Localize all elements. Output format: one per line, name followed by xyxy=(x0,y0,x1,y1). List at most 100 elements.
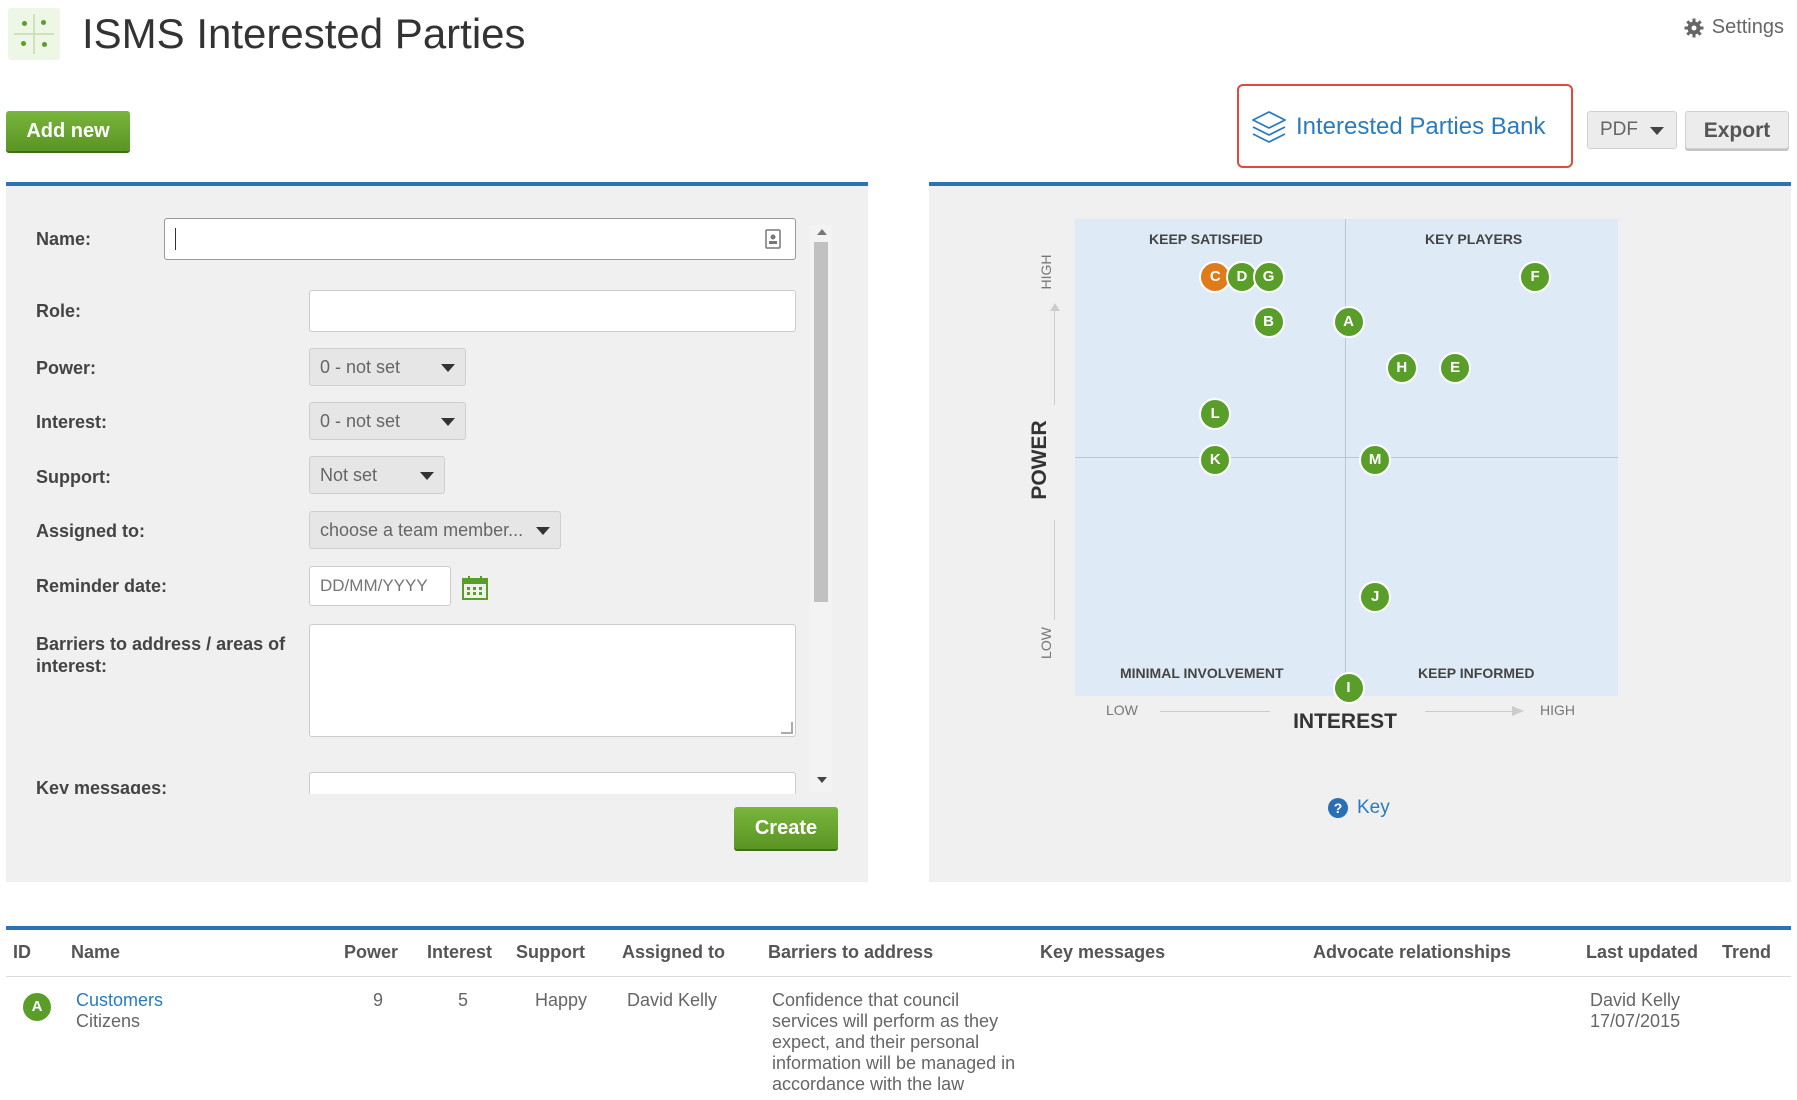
interest-select[interactable]: 0 - not set xyxy=(309,402,466,440)
header-assigned-to[interactable]: Assigned to xyxy=(622,942,725,963)
role-label: Role: xyxy=(36,301,81,321)
interest-select-value: 0 - not set xyxy=(320,411,401,431)
header-power[interactable]: Power xyxy=(344,942,398,963)
barriers-field[interactable] xyxy=(309,624,796,737)
matrix-point-e[interactable]: E xyxy=(1439,352,1472,385)
bank-label: Interested Parties Bank xyxy=(1296,113,1546,140)
y-axis-title: POWER xyxy=(1028,420,1051,500)
create-button[interactable]: Create xyxy=(734,807,838,849)
points-layer: CDGFBAHELKMJI xyxy=(1075,219,1618,704)
chevron-down-icon xyxy=(420,472,434,480)
row-updated-by: David Kelly xyxy=(1590,990,1681,1010)
header-support[interactable]: Support xyxy=(516,942,585,963)
key-messages-field[interactable] xyxy=(309,772,796,794)
matrix-point-k[interactable]: K xyxy=(1199,443,1232,476)
barriers-line: expect, and their personal xyxy=(772,1032,980,1052)
matrix-point-a[interactable]: A xyxy=(1332,306,1365,339)
barriers-line: information will be managed in xyxy=(772,1053,1016,1073)
power-select[interactable]: 0 - not set xyxy=(309,348,466,386)
x-axis-title: INTEREST xyxy=(1293,710,1397,733)
header-trend[interactable]: Trend xyxy=(1722,942,1771,963)
header-id[interactable]: ID xyxy=(13,942,31,963)
power-label: Power: xyxy=(36,358,97,378)
assigned-to-select-value: choose a team member... xyxy=(320,520,524,540)
app-logo xyxy=(8,8,60,60)
barriers-label: Barriers to address / areas of interest: xyxy=(36,634,286,676)
chevron-down-icon xyxy=(1650,127,1664,135)
key-label: Key xyxy=(1357,797,1390,818)
power-select-value: 0 - not set xyxy=(320,357,401,377)
chevron-down-icon xyxy=(441,364,455,372)
matrix-point-i[interactable]: I xyxy=(1332,672,1365,704)
row-role: Citizens xyxy=(76,1011,141,1031)
interest-label: Interest: xyxy=(36,412,108,432)
page-title: ISMS Interested Parties xyxy=(82,10,526,57)
matrix-point-m[interactable]: M xyxy=(1359,443,1392,476)
header-last-updated[interactable]: Last updated xyxy=(1586,942,1698,963)
header-name[interactable]: Name xyxy=(71,942,120,963)
gear-icon xyxy=(1684,18,1704,37)
name-field[interactable] xyxy=(164,218,796,260)
layers-icon xyxy=(1252,111,1286,143)
row-updated-date: 17/07/2015 xyxy=(1590,1011,1681,1031)
pdf-label: PDF xyxy=(1600,119,1638,140)
row-support: Happy xyxy=(535,990,588,1010)
add-new-button[interactable]: Add new xyxy=(6,111,130,151)
key-messages-row-clip: Key messages: xyxy=(6,770,806,794)
barriers-line: services will perform as they xyxy=(772,1011,999,1031)
chevron-down-icon xyxy=(441,418,455,426)
contact-card-icon xyxy=(765,229,781,249)
form-scrollbar-thumb[interactable] xyxy=(814,242,828,602)
header-key-messages[interactable]: Key messages xyxy=(1040,942,1165,963)
svg-text:?: ? xyxy=(1334,800,1343,816)
reminder-date-field[interactable] xyxy=(309,566,451,606)
table-header-divider xyxy=(6,976,1791,977)
header-barriers[interactable]: Barriers to address xyxy=(768,942,933,963)
assigned-to-select[interactable]: choose a team member... xyxy=(309,511,561,549)
matrix-point-l[interactable]: L xyxy=(1199,397,1232,430)
header-interest[interactable]: Interest xyxy=(427,942,492,963)
matrix-point-j[interactable]: J xyxy=(1359,580,1392,613)
header-advocate-relationships[interactable]: Advocate relationships xyxy=(1313,942,1511,963)
row-id-badge: A xyxy=(21,991,53,1023)
reminder-date-label: Reminder date: xyxy=(36,576,168,596)
matrix-point-f[interactable]: F xyxy=(1519,260,1552,293)
key-link[interactable]: ? Key xyxy=(1327,797,1390,819)
arrow-up-icon xyxy=(1050,303,1060,311)
row-barriers: Confidence that council services will pe… xyxy=(772,990,1015,1095)
matrix-point-b[interactable]: B xyxy=(1252,306,1285,339)
calendar-icon[interactable] xyxy=(462,576,488,600)
support-select-value: Not set xyxy=(320,465,378,485)
scroll-down-arrow-icon[interactable] xyxy=(817,777,827,783)
scroll-up-arrow-icon[interactable] xyxy=(817,229,827,235)
export-button[interactable]: Export xyxy=(1685,111,1789,149)
support-select[interactable]: Not set xyxy=(309,456,445,494)
interested-parties-bank-button[interactable]: Interested Parties Bank xyxy=(1250,108,1545,146)
assigned-to-label: Assigned to: xyxy=(36,521,146,541)
table-row[interactable]: A Customers Citizens 9 5 Happy David Kel… xyxy=(0,980,1797,1100)
matrix-point-g[interactable]: G xyxy=(1252,260,1285,293)
role-field[interactable] xyxy=(309,290,796,332)
row-assigned: David Kelly xyxy=(627,990,718,1010)
name-label: Name: xyxy=(36,229,92,249)
x-axis-low-label: LOW xyxy=(1106,702,1138,718)
matrix-point-h[interactable]: H xyxy=(1385,352,1418,385)
resize-handle[interactable] xyxy=(781,722,793,734)
key-messages-label: Key messages: xyxy=(36,778,168,794)
row-name-link[interactable]: Customers xyxy=(76,990,163,1011)
pdf-format-select[interactable]: PDF xyxy=(1587,111,1677,149)
row-power: 9 xyxy=(373,990,384,1010)
y-axis-lower-line xyxy=(1054,520,1055,620)
barriers-line: accordance with the law xyxy=(772,1074,965,1094)
row-interest: 5 xyxy=(458,990,469,1010)
power-interest-grid: KEEP SATISFIED KEY PLAYERS MINIMAL INVOL… xyxy=(1075,219,1618,704)
x-axis-right-line xyxy=(1425,711,1520,712)
arrow-right-icon xyxy=(1512,706,1524,716)
text-cursor xyxy=(175,228,176,250)
x-axis-left-line xyxy=(1160,711,1270,712)
y-axis-upper-line xyxy=(1054,305,1055,405)
table-top-border xyxy=(6,926,1791,930)
y-axis-low-label: LOW xyxy=(1038,627,1054,659)
support-label: Support: xyxy=(36,467,111,487)
settings-link[interactable]: Settings xyxy=(1684,16,1784,39)
